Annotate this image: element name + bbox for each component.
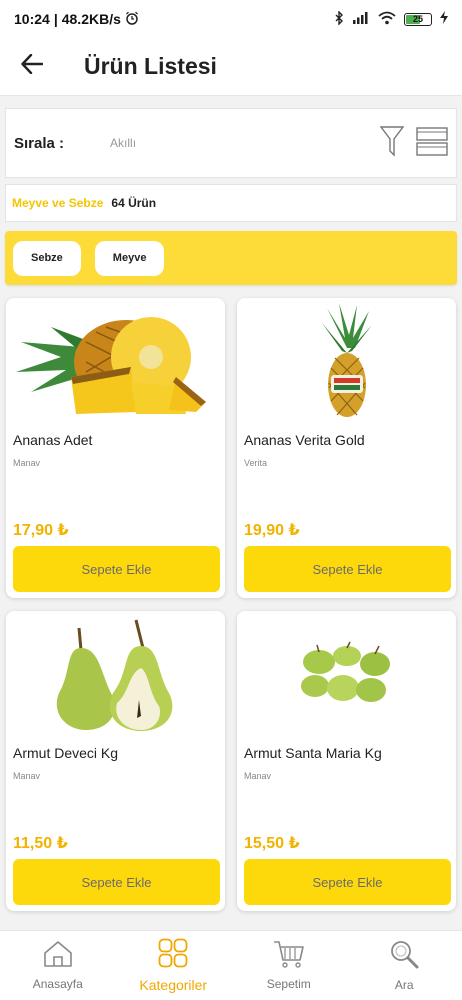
product-price: 19,90 ₺: [244, 522, 300, 539]
product-card[interactable]: Ananas Adet Manav 17,90 ₺ Sepete Ekle: [6, 298, 225, 598]
product-image-pineapple-gold: [237, 298, 456, 426]
status-time: 10:24: [14, 11, 50, 27]
sort-label: Sırala :: [14, 134, 65, 152]
product-brand: Manav: [13, 458, 41, 468]
filter-icon[interactable]: [379, 125, 405, 162]
category-header: Meyve ve Sebze 64 Ürün: [5, 184, 457, 222]
chip-sebze[interactable]: Sebze: [13, 240, 81, 276]
product-brand: Verita: [244, 458, 268, 468]
product-image-pineapple: [6, 298, 225, 426]
arrow-left-icon: [21, 53, 44, 79]
product-price: 17,90 ₺: [13, 522, 69, 539]
app-bar: Ürün Listesi: [0, 38, 462, 96]
sort-bar: Sırala : Akıllı: [5, 108, 457, 178]
bluetooth-icon: [334, 9, 344, 28]
nav-search-label: Ara: [394, 978, 414, 992]
add-to-cart-button[interactable]: Sepete Ekle: [244, 859, 451, 905]
page-title: Ürün Listesi: [84, 53, 217, 79]
product-card[interactable]: Armut Santa Maria Kg Manav 15,50 ₺ Sepet…: [237, 611, 456, 911]
signal-icon: [352, 11, 370, 27]
product-price: 11,50 ₺: [13, 835, 68, 852]
product-card[interactable]: Ananas Verita Gold Verita 19,90 ₺ Sepete…: [237, 298, 456, 598]
nav-categories[interactable]: Kategoriler: [116, 931, 232, 1000]
alarm-icon: [125, 11, 139, 28]
add-to-cart-button[interactable]: Sepete Ekle: [13, 859, 220, 905]
layout-toggle-icon[interactable]: [416, 125, 448, 162]
status-speed: 48.2KB/s: [61, 11, 121, 27]
nav-categories-label: Kategoriler: [139, 977, 208, 993]
product-price: 15,50 ₺: [244, 835, 300, 852]
cart-icon: [273, 940, 305, 971]
sort-dropdown[interactable]: Akıllı: [110, 136, 136, 150]
nav-home-label: Anasayfa: [32, 977, 83, 991]
product-brand: Manav: [13, 771, 41, 781]
product-card[interactable]: Armut Deveci Kg Manav 11,50 ₺ Sepete Ekl…: [6, 611, 225, 911]
status-bar: 10:24 | 48.2KB/s 25: [0, 0, 462, 38]
subcategory-bar: Sebze Meyve: [5, 231, 457, 285]
nav-cart[interactable]: Sepetim: [231, 931, 347, 1000]
wifi-icon: [378, 11, 396, 28]
product-name: Ananas Verita Gold: [244, 432, 365, 448]
nav-search[interactable]: Ara: [347, 931, 462, 1000]
product-image-pear: [6, 611, 225, 739]
back-button[interactable]: [0, 38, 64, 96]
search-icon: [389, 939, 419, 972]
add-to-cart-button[interactable]: Sepete Ekle: [13, 546, 220, 592]
product-brand: Manav: [244, 771, 272, 781]
product-count: 64 Ürün: [111, 196, 157, 210]
product-name: Armut Deveci Kg: [13, 745, 119, 761]
charging-icon: [440, 11, 448, 27]
product-image-pears: [237, 611, 456, 739]
bottom-nav: Anasayfa Kategoriler Sepetim Ara: [0, 930, 462, 1000]
chip-meyve[interactable]: Meyve: [94, 240, 165, 276]
home-icon: [43, 940, 73, 971]
product-name: Ananas Adet: [13, 432, 93, 448]
battery-icon: 25: [404, 12, 432, 26]
grid-icon: [158, 938, 188, 971]
nav-home[interactable]: Anasayfa: [0, 931, 116, 1000]
category-name[interactable]: Meyve ve Sebze: [12, 196, 103, 210]
add-to-cart-button[interactable]: Sepete Ekle: [244, 546, 451, 592]
product-name: Armut Santa Maria Kg: [244, 745, 382, 761]
nav-cart-label: Sepetim: [266, 977, 311, 991]
